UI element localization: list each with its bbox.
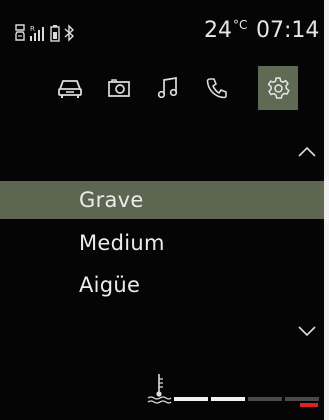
phone-icon [206, 77, 228, 99]
temperature-unit: °C [233, 18, 248, 32]
camera-icon [107, 77, 131, 99]
gauge-segment-1 [174, 397, 208, 401]
outside-temperature: 24°C [204, 18, 247, 43]
gauge-segment-2 [211, 397, 245, 401]
tab-camera[interactable] [99, 66, 139, 110]
clock: 07:14 [256, 18, 320, 43]
tab-music[interactable] [148, 66, 188, 110]
gauge-segment-3 [248, 397, 282, 401]
scroll-up-chevron-icon[interactable] [297, 144, 317, 158]
signal-strength-icon: R [29, 24, 47, 42]
status-bar-icons: R [14, 22, 75, 44]
tab-phone[interactable] [197, 66, 237, 110]
coolant-temperature-icon [146, 372, 172, 410]
car-icon [57, 77, 83, 99]
bluetooth-icon [63, 24, 75, 42]
svg-text:R: R [30, 25, 35, 33]
sim-card-icon [14, 24, 26, 42]
phone-battery-icon [50, 24, 60, 42]
list-item-grave[interactable]: Grave [0, 181, 324, 219]
gear-icon [266, 76, 290, 100]
music-note-icon [157, 76, 179, 100]
list-item-aigue[interactable]: Aigüe [0, 266, 324, 304]
temperature-value: 24 [204, 18, 232, 43]
scroll-down-chevron-icon[interactable] [297, 323, 317, 337]
tab-settings[interactable] [258, 66, 298, 110]
screen-bezel [324, 0, 329, 420]
gauge-warning-marker [300, 403, 318, 407]
list-item-medium[interactable]: Medium [0, 224, 324, 262]
head-unit-screen: R 24°C 07:14 Grave Medium Aigüe [0, 0, 329, 420]
gauge-segment-4 [285, 397, 319, 401]
tab-car[interactable] [50, 66, 90, 110]
